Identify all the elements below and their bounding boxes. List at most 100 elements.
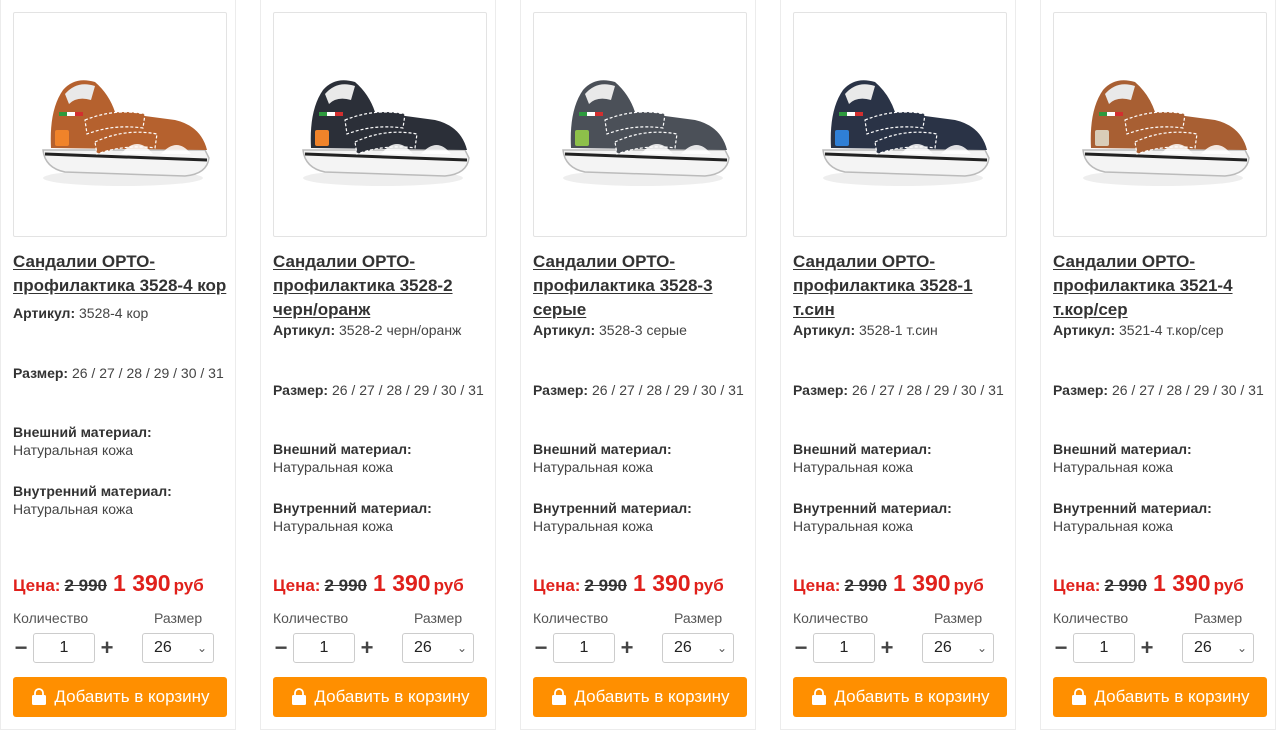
inner-material-label: Внутренний материал: (793, 500, 952, 516)
price-row: Цена: 2 990 1 390 руб (273, 570, 493, 597)
outer-material-row: Внешний материал: Натуральная кожа (533, 440, 747, 476)
price-label: Цена: (273, 576, 321, 595)
product-image[interactable] (273, 12, 487, 237)
inner-material-label: Внутренний материал: (13, 483, 172, 499)
outer-material-label: Внешний материал: (793, 441, 932, 457)
sizes-label: Размер: (533, 382, 589, 398)
article-label: Артикул: (273, 322, 336, 338)
inner-material-label: Внутренний материал: (1053, 500, 1212, 516)
size-select[interactable]: 26 ⌄ (402, 633, 474, 663)
quantity-label: Количество (13, 610, 89, 626)
product-image[interactable] (1053, 12, 1267, 237)
add-to-cart-label: Добавить в корзину (314, 687, 470, 706)
sizes-row: Размер: 26 / 27 / 28 / 29 / 30 / 31 (273, 381, 487, 399)
sizes-row: Размер: 26 / 27 / 28 / 29 / 30 / 31 (533, 381, 747, 399)
plus-button[interactable]: + (1137, 633, 1157, 663)
sizes-row: Размер: 26 / 27 / 28 / 29 / 30 / 31 (13, 364, 227, 382)
sandal-icon (822, 79, 990, 186)
article-value: 3521-4 т.кор/сер (1119, 322, 1224, 338)
product-title-link[interactable]: Сандалии ОРТО-профилактика 3528-2 черн/о… (273, 250, 489, 322)
price-row: Цена: 2 990 1 390 руб (13, 570, 233, 597)
size-select[interactable]: 26 ⌄ (662, 633, 734, 663)
add-to-cart-button[interactable]: Добавить в корзину (273, 677, 487, 717)
quantity-stepper: − 1 + (1051, 633, 1161, 663)
inner-material-row: Внутренний материал: Натуральная кожа (533, 499, 747, 535)
plus-button[interactable]: + (617, 633, 637, 663)
product-card: Сандалии ОРТО-профилактика 3528-1 т.син … (780, 0, 1016, 730)
product-card: Сандалии ОРТО-профилактика 3521-4 т.кор/… (1040, 0, 1276, 730)
minus-button[interactable]: − (11, 633, 31, 663)
sizes-row: Размер: 26 / 27 / 28 / 29 / 30 / 31 (1053, 381, 1267, 399)
size-select[interactable]: 26 ⌄ (142, 633, 214, 663)
product-card: Сандалии ОРТО-профилактика 3528-2 черн/о… (260, 0, 496, 730)
minus-button[interactable]: − (791, 633, 811, 663)
plus-button[interactable]: + (877, 633, 897, 663)
quantity-input[interactable]: 1 (293, 633, 355, 663)
minus-button[interactable]: − (531, 633, 551, 663)
inner-material-value: Натуральная кожа (793, 518, 914, 534)
size-select[interactable]: 26 ⌄ (1182, 633, 1254, 663)
product-title-link[interactable]: Сандалии ОРТО-профилактика 3528-4 кор (13, 250, 229, 298)
chevron-down-icon: ⌄ (976, 641, 987, 655)
minus-button[interactable]: − (271, 633, 291, 663)
new-price: 1 390 (633, 570, 691, 596)
add-to-cart-label: Добавить в корзину (1094, 687, 1250, 706)
product-image[interactable] (13, 12, 227, 237)
product-image[interactable] (533, 12, 747, 237)
inner-material-value: Натуральная кожа (273, 518, 394, 534)
product-title-link[interactable]: Сандалии ОРТО-профилактика 3528-1 т.син (793, 250, 1009, 322)
sizes-label: Размер: (273, 382, 329, 398)
shopping-bag-icon (552, 688, 567, 705)
inner-material-value: Натуральная кожа (13, 501, 134, 517)
product-title-link[interactable]: Сандалии ОРТО-профилактика 3528-3 серые (533, 250, 749, 322)
sandal-icon (42, 79, 210, 186)
product-title-link[interactable]: Сандалии ОРТО-профилактика 3521-4 т.кор/… (1053, 250, 1269, 322)
quantity-stepper: − 1 + (531, 633, 641, 663)
plus-button[interactable]: + (97, 633, 117, 663)
chevron-down-icon: ⌄ (196, 641, 207, 655)
plus-button[interactable]: + (357, 633, 377, 663)
article-value: 3528-4 кор (79, 305, 149, 321)
inner-material-value: Натуральная кожа (1053, 518, 1174, 534)
quantity-input[interactable]: 1 (553, 633, 615, 663)
size-select-value: 26 (414, 639, 432, 656)
size-select[interactable]: 26 ⌄ (922, 633, 994, 663)
outer-material-value: Натуральная кожа (533, 459, 654, 475)
minus-button[interactable]: − (1051, 633, 1071, 663)
price-row: Цена: 2 990 1 390 руб (533, 570, 753, 597)
article-row: Артикул: 3521-4 т.кор/сер (1053, 321, 1267, 339)
add-to-cart-button[interactable]: Добавить в корзину (793, 677, 1007, 717)
quantity-input[interactable]: 1 (33, 633, 95, 663)
article-value: 3528-3 серые (599, 322, 687, 338)
outer-material-label: Внешний материал: (273, 441, 412, 457)
outer-material-label: Внешний материал: (1053, 441, 1192, 457)
new-price: 1 390 (373, 570, 431, 596)
currency: руб (1213, 576, 1244, 595)
new-price: 1 390 (113, 570, 171, 596)
sizes-value: 26 / 27 / 28 / 29 / 30 / 31 (591, 382, 744, 398)
chevron-down-icon: ⌄ (1236, 641, 1247, 655)
sizes-value: 26 / 27 / 28 / 29 / 30 / 31 (331, 382, 484, 398)
add-to-cart-button[interactable]: Добавить в корзину (1053, 677, 1267, 717)
old-price: 2 990 (584, 576, 628, 595)
currency: руб (173, 576, 204, 595)
sandal-icon (562, 79, 730, 186)
product-image[interactable] (793, 12, 1007, 237)
sizes-value: 26 / 27 / 28 / 29 / 30 / 31 (851, 382, 1004, 398)
price-row: Цена: 2 990 1 390 руб (793, 570, 1013, 597)
product-card: Сандалии ОРТО-профилактика 3528-3 серые … (520, 0, 756, 730)
article-label: Артикул: (533, 322, 596, 338)
size-select-label: Размер (1194, 610, 1243, 626)
quantity-input[interactable]: 1 (1073, 633, 1135, 663)
quantity-label: Количество (793, 610, 869, 626)
sizes-label: Размер: (1053, 382, 1109, 398)
sizes-value: 26 / 27 / 28 / 29 / 30 / 31 (71, 365, 224, 381)
quantity-input[interactable]: 1 (813, 633, 875, 663)
add-to-cart-button[interactable]: Добавить в корзину (13, 677, 227, 717)
add-to-cart-label: Добавить в корзину (54, 687, 210, 706)
inner-material-row: Внутренний материал: Натуральная кожа (273, 499, 487, 535)
add-to-cart-button[interactable]: Добавить в корзину (533, 677, 747, 717)
article-row: Артикул: 3528-4 кор (13, 304, 227, 322)
add-to-cart-label: Добавить в корзину (574, 687, 730, 706)
price-label: Цена: (533, 576, 581, 595)
